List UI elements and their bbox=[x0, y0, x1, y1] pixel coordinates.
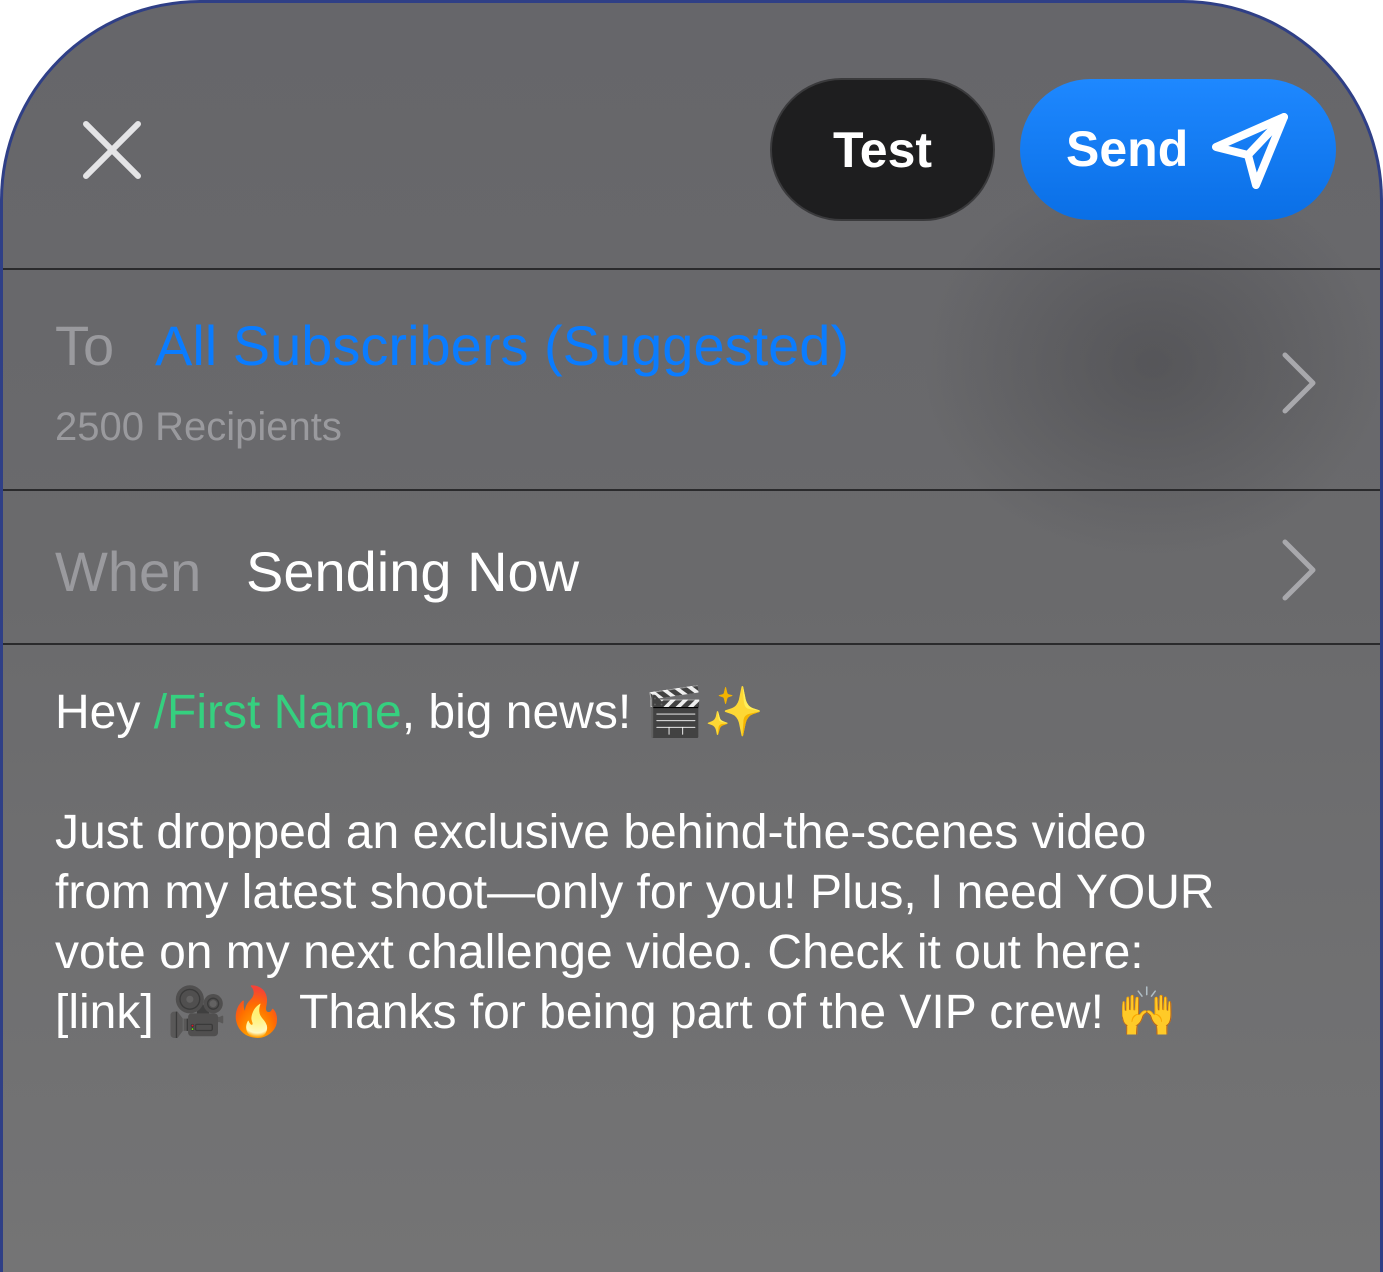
message-line: vote on my next challenge video. Check i… bbox=[55, 926, 1144, 979]
chevron-right-icon[interactable] bbox=[1279, 538, 1319, 602]
greeting-prefix: Hey bbox=[55, 686, 154, 739]
first-name-merge-tag[interactable]: /First Name bbox=[154, 686, 402, 739]
when-row[interactable]: When Sending Now bbox=[3, 3, 1380, 643]
when-divider bbox=[3, 643, 1380, 645]
message-line: [link] 🎥🔥 Thanks for being part of the V… bbox=[55, 986, 1177, 1039]
when-label: When bbox=[55, 540, 202, 603]
message-line: Just dropped an exclusive behind-the-sce… bbox=[55, 806, 1147, 859]
message-body[interactable]: Hey /First Name, big news! 🎬✨ Just dropp… bbox=[55, 683, 1345, 1043]
message-greeting: Hey /First Name, big news! 🎬✨ bbox=[55, 683, 1345, 743]
greeting-suffix: , big news! 🎬✨ bbox=[401, 686, 765, 739]
message-line: from my latest shoot—only for you! Plus,… bbox=[55, 866, 1215, 919]
schedule-value[interactable]: Sending Now bbox=[246, 539, 579, 605]
compose-sheet: Test Send To All Subscribers (Suggested)… bbox=[0, 0, 1383, 1272]
